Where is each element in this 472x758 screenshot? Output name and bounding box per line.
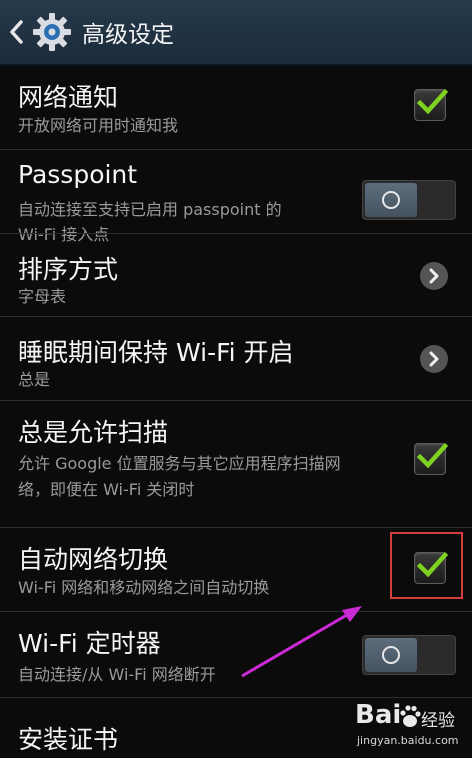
paw-icon (400, 705, 421, 727)
watermark: Bai 经验 jingyan.baidu.com (355, 698, 467, 752)
baidu-logo: Bai (355, 700, 402, 730)
watermark-url: jingyan.baidu.com (357, 734, 459, 747)
watermark-jingyan: 经验 (421, 711, 455, 731)
annotation-arrow-icon (241, 606, 362, 678)
